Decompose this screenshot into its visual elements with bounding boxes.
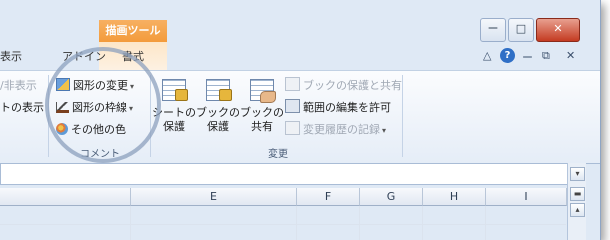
- column-header-g[interactable]: G: [360, 188, 423, 206]
- formula-expand-icon[interactable]: ▾: [570, 167, 585, 181]
- highlight-circle: [45, 47, 161, 163]
- show-all-comments-button[interactable]: トの表示: [0, 99, 44, 115]
- protect-and-share-button[interactable]: ブックの保護と共有: [285, 77, 402, 93]
- protect-workbook-line2: 保護: [207, 120, 229, 133]
- restore-button[interactable]: □: [508, 18, 534, 42]
- share-workbook-icon: [248, 77, 276, 103]
- column-header-f[interactable]: F: [297, 188, 360, 206]
- workbook-restore-icon[interactable]: ⧉: [542, 49, 550, 63]
- minimize-ribbon-icon[interactable]: △: [483, 49, 491, 62]
- column-header-d[interactable]: [0, 188, 131, 206]
- grid-line: [130, 206, 131, 240]
- excel-window: 描画ツール 表示 アドイン 書式 ー □ ✕ △ ? ー ⧉ ✕ /非表示 トの…: [0, 0, 601, 240]
- column-header-e[interactable]: E: [131, 188, 297, 206]
- minimize-button[interactable]: ー: [480, 18, 506, 42]
- grid-line: [485, 206, 486, 240]
- protect-and-share-label: ブックの保護と共有: [303, 79, 402, 92]
- protect-sheet-line2: 保護: [163, 120, 185, 133]
- protect-sheet-icon: [160, 77, 188, 103]
- track-changes-button[interactable]: 変更履歴の記録 ▾: [285, 121, 386, 137]
- share-workbook-line1: ブックの: [240, 106, 284, 119]
- allow-edit-ranges-button[interactable]: 範囲の編集を許可: [285, 99, 391, 115]
- changes-group-label: 変更: [268, 149, 288, 160]
- protect-workbook-button[interactable]: ブックの 保護: [196, 77, 240, 134]
- column-header-i[interactable]: I: [486, 188, 567, 206]
- formula-input[interactable]: [0, 163, 568, 185]
- allow-edit-ranges-icon: [285, 99, 300, 113]
- allow-edit-ranges-label: 範囲の編集を許可: [303, 101, 391, 114]
- share-workbook-button[interactable]: ブックの 共有: [240, 77, 284, 134]
- track-changes-icon: [285, 121, 300, 135]
- table-row[interactable]: [0, 225, 566, 240]
- tab-view[interactable]: 表示: [0, 48, 22, 64]
- share-workbook-line2: 共有: [251, 120, 273, 133]
- workbook-minimize-icon[interactable]: ー: [522, 49, 533, 65]
- drawing-tools-context-header: 描画ツール: [99, 20, 167, 42]
- grid-line: [422, 206, 423, 240]
- group-separator: [402, 75, 403, 157]
- column-header-h[interactable]: H: [423, 188, 486, 206]
- grid-line: [359, 206, 360, 240]
- table-row[interactable]: [0, 206, 566, 225]
- grid-line: [296, 206, 297, 240]
- workbook-close-icon[interactable]: ✕: [566, 49, 575, 62]
- protect-workbook-icon: [204, 77, 232, 103]
- show-hide-comment-button[interactable]: /非表示: [0, 77, 37, 93]
- vertical-scrollbar[interactable]: ▾ ▬ ▴: [567, 163, 586, 240]
- chevron-down-icon: ▾: [382, 126, 387, 135]
- close-button[interactable]: ✕: [536, 18, 580, 42]
- track-changes-label: 変更履歴の記録: [303, 123, 380, 136]
- scroll-up-icon[interactable]: ▴: [570, 203, 585, 217]
- protect-workbook-line1: ブックの: [196, 106, 240, 119]
- help-icon[interactable]: ?: [500, 48, 515, 63]
- protect-share-icon: [285, 77, 300, 91]
- split-box-icon[interactable]: ▬: [570, 187, 585, 201]
